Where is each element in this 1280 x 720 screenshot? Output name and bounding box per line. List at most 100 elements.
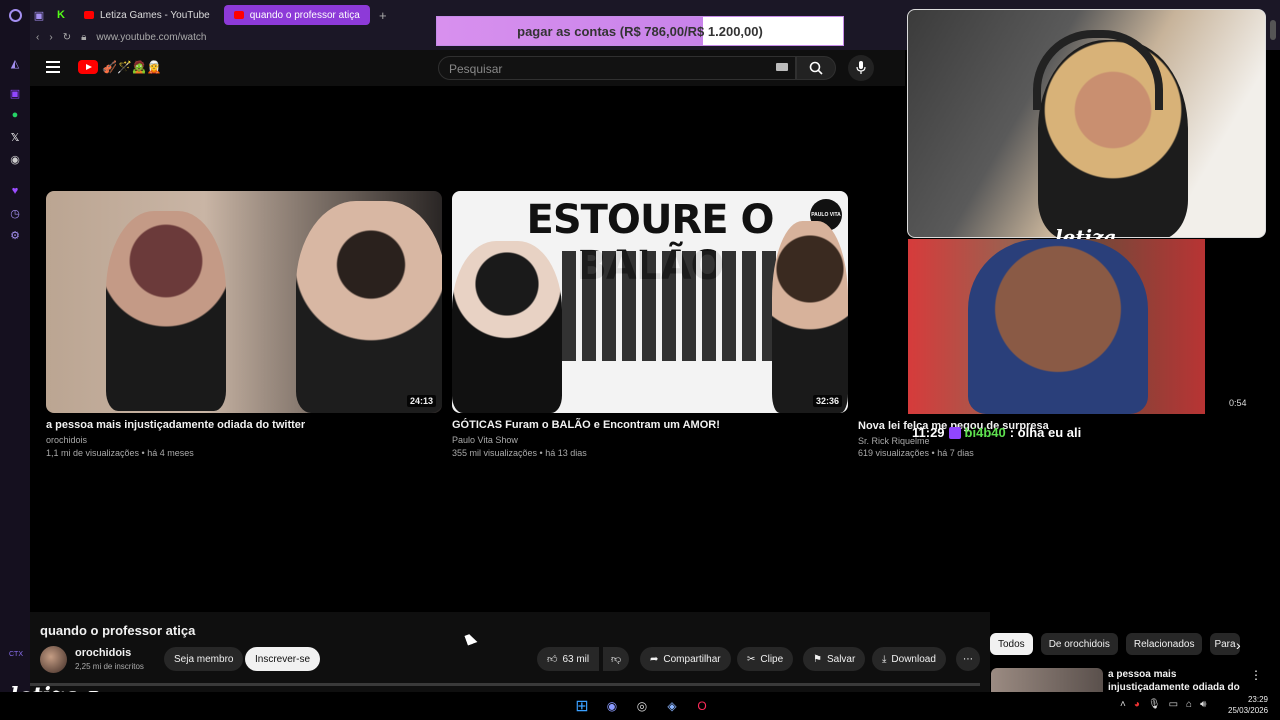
mic-tray-icon[interactable]: 🎙︎ — [1148, 699, 1161, 710]
taskbar-clock[interactable]: 23:29 25/03/2026 — [1228, 694, 1268, 716]
search-button[interactable] — [796, 56, 836, 80]
menu-icon[interactable] — [46, 61, 60, 73]
guest-face — [968, 239, 1148, 414]
opera-logo-icon[interactable] — [8, 9, 22, 22]
tab-current-video[interactable]: quando o professor atiça — [223, 5, 370, 25]
chat-text: : olha eu ali — [1009, 425, 1082, 440]
antivirus-icon[interactable]: ◕ — [1134, 699, 1140, 710]
heart-icon[interactable]: ♥ — [8, 184, 22, 198]
video-title[interactable]: a pessoa mais injustiçadamente odiada do… — [46, 419, 442, 431]
search-icon — [809, 61, 823, 75]
save-label: Salvar — [826, 653, 856, 665]
discord-icon[interactable]: ◉ — [8, 152, 22, 166]
video-info-area: quando o professor atiça orochidois 2,25… — [30, 612, 990, 692]
taskbar: ⊞ ◉ ◎ ◈ O ˄ ◕ 🎙︎ ▭ ⌂ 🔊︎ 23:29 25/03/2026 — [0, 692, 1280, 720]
related-chips: Todos De orochidois Relacionados Para — [990, 633, 1241, 655]
forward-icon[interactable]: › — [49, 32, 52, 43]
display-icon[interactable]: ▭ — [1169, 699, 1178, 710]
tab-strip: ▣ K Letiza Games - YouTube quando o prof… — [30, 5, 392, 25]
video-thumbnail[interactable]: 24:13 — [46, 191, 442, 413]
join-button[interactable]: Seja membro — [164, 647, 244, 671]
clip-button[interactable]: ✂ Clipe — [737, 647, 794, 671]
microphone-icon — [856, 61, 866, 74]
tab-letiza-games[interactable]: Letiza Games - YouTube — [74, 5, 220, 25]
page-scrollbar[interactable] — [1270, 20, 1276, 40]
channel-name[interactable]: Paulo Vita Show — [452, 435, 848, 445]
tray-expand-icon[interactable]: ˄ — [1120, 699, 1126, 710]
ctx-label: CTX — [9, 651, 23, 658]
video-card[interactable]: 24:13 a pessoa mais injustiçadamente odi… — [46, 191, 442, 458]
page-title: quando o professor atiça — [40, 623, 196, 638]
messenger-tab-icon[interactable]: ▣ — [30, 6, 48, 24]
related-video-title[interactable]: a pessoa mais injustiçadamente odiada do… — [1108, 668, 1248, 692]
scissors-icon: ✂ — [747, 653, 756, 665]
like-button[interactable]: 👍︎ 63 mil — [537, 647, 600, 671]
chat-message: 11:29 bi4b40 : olha eu ali — [912, 425, 1081, 440]
voice-search-button[interactable] — [848, 55, 874, 81]
like-count: 63 mil — [562, 653, 590, 665]
opera-gx-taskbar-icon[interactable]: O — [691, 695, 713, 717]
video-thumbnail[interactable]: ESTOURE O BALÃO PAULO VITA 32:36 — [452, 191, 848, 413]
url-text[interactable]: www.youtube.com/watch — [96, 32, 206, 43]
history-icon[interactable]: ◷ — [8, 206, 22, 220]
chip-from-channel[interactable]: De orochidois — [1040, 633, 1118, 655]
youtube-doodle[interactable]: 🎻🪄🧟🧝 — [102, 60, 162, 74]
video-title[interactable]: GÓTICAS Furam o BALÃO e Encontram um AMO… — [452, 419, 848, 431]
back-icon[interactable]: ‹ — [36, 32, 39, 43]
reload-icon[interactable]: ↻ — [63, 32, 71, 43]
chip-related[interactable]: Relacionados — [1125, 633, 1203, 655]
browser-sidebar: ◭ ▣ ● 𝕏 ◉ ♥ ◷ ⚙ — [0, 0, 30, 720]
x-icon[interactable]: 𝕏 — [8, 130, 22, 144]
new-tab-button[interactable]: + — [374, 6, 392, 24]
address-bar[interactable]: ‹ › ↻ 🔒︎ www.youtube.com/watch — [30, 28, 206, 46]
tab-label: Letiza Games - YouTube — [100, 9, 210, 21]
channel-name[interactable]: orochidois — [75, 647, 131, 659]
tab-label: quando o professor atiça — [249, 9, 360, 21]
thumbnail-group — [562, 251, 792, 361]
kick-tab-icon[interactable]: K — [52, 6, 70, 24]
thumbnail-person — [106, 211, 226, 411]
discord-taskbar-icon[interactable]: ◉ — [601, 695, 623, 717]
bookmark-icon: ⚑ — [813, 653, 822, 665]
chrome-taskbar-icon[interactable]: ◎ — [631, 695, 653, 717]
youtube-header: 🎻🪄🧟🧝 Pesquisar — [30, 50, 905, 86]
whatsapp-icon[interactable]: ● — [8, 108, 22, 122]
dislike-button[interactable]: 👎︎ — [603, 647, 630, 671]
duration-badge: 24:13 — [406, 395, 436, 407]
download-button[interactable]: ⤓ Download — [872, 647, 946, 671]
aria-icon[interactable]: ◭ — [8, 56, 22, 70]
taskbar-apps: ⊞ ◉ ◎ ◈ O — [571, 695, 713, 717]
network-icon[interactable]: ⌂ — [1186, 699, 1192, 710]
channel-name[interactable]: orochidois — [46, 435, 442, 445]
subscriber-count: 2,25 mi de inscritos — [75, 662, 144, 671]
share-icon: ➦ — [650, 653, 659, 665]
keyboard-icon[interactable] — [776, 63, 788, 71]
youtube-logo-icon[interactable] — [78, 60, 98, 74]
share-button[interactable]: ➦ Compartilhar — [640, 647, 731, 671]
video-card[interactable]: ESTOURE O BALÃO PAULO VITA 32:36 GÓTICAS… — [452, 191, 848, 458]
windows-start-icon[interactable]: ⊞ — [571, 695, 593, 717]
thumbnail-person — [296, 201, 442, 413]
headphones — [1033, 30, 1163, 110]
video-meta: 1,1 mi de visualizações • há 4 meses — [46, 448, 194, 458]
duration-badge: 0:54 — [1229, 398, 1247, 408]
more-vert-icon[interactable]: ⋮ — [1250, 668, 1262, 682]
twitch-icon[interactable]: ▣ — [8, 86, 22, 100]
video-progress-bar[interactable] — [30, 683, 980, 686]
chevron-right-icon[interactable]: › — [1236, 637, 1241, 653]
steam-taskbar-icon[interactable]: ◈ — [661, 695, 683, 717]
clip-label: Clipe — [760, 653, 784, 665]
clock-date: 25/03/2026 — [1228, 706, 1269, 715]
youtube-tab-icon — [84, 11, 94, 19]
thumbnail-person — [772, 221, 848, 413]
chip-all[interactable]: Todos — [990, 633, 1033, 655]
volume-icon[interactable]: 🔊︎ — [1200, 699, 1206, 710]
avatar[interactable] — [40, 646, 67, 673]
save-button[interactable]: ⚑ Salvar — [803, 647, 866, 671]
related-video-thumbnail[interactable] — [991, 668, 1103, 692]
settings-icon[interactable]: ⚙ — [8, 228, 22, 242]
share-label: Compartilhar — [663, 653, 721, 665]
more-actions-button[interactable]: ⋯ — [956, 647, 980, 671]
subscribe-button[interactable]: Inscrever-se — [245, 647, 321, 671]
search-input[interactable]: Pesquisar — [438, 56, 796, 80]
